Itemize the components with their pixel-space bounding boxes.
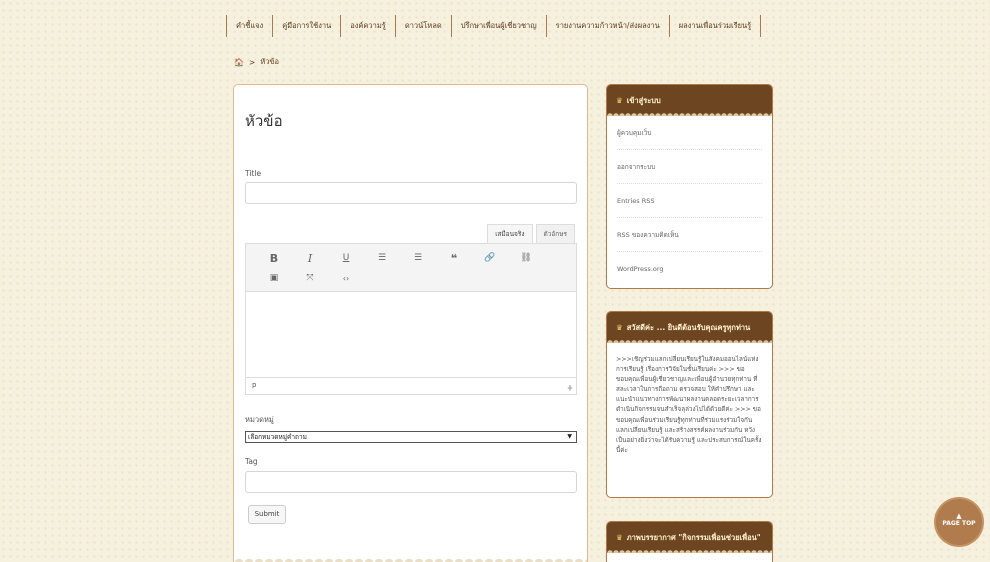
page-title: หัวข้อ [245, 112, 283, 130]
link-wordpress[interactable]: WordPress.org [617, 252, 762, 286]
page-top-label: PAGE TOP [942, 520, 976, 527]
numbered-list-icon[interactable]: ☰ [400, 248, 436, 268]
home-icon[interactable]: 🏠 [234, 58, 244, 67]
quote-icon[interactable]: ❝ [436, 248, 472, 268]
nav-item-progress-report[interactable]: รายงานความก้าวหน้า/ส่งผลงาน [547, 15, 670, 37]
editor-path: p [252, 381, 257, 389]
resize-grip-icon[interactable]: ⋕ [567, 381, 573, 396]
tag-input[interactable] [245, 471, 577, 493]
code-icon[interactable]: ‹› [328, 268, 364, 288]
editor-path-bar: p ⋕ [245, 378, 577, 395]
editor-tabs: เสมือนจริง ตัวอักษร [487, 224, 575, 243]
crown-icon: ♛ [616, 96, 623, 105]
nav-item-download[interactable]: ดาวน์โหลด [396, 15, 452, 37]
bullet-list-icon[interactable]: ☰ [364, 248, 400, 268]
top-navigation: คำชี้แจง คู่มือการใช้งาน องค์ความรู้ ดาว… [226, 14, 762, 38]
crown-icon: ♛ [616, 533, 623, 542]
page-top-button[interactable]: ▲ PAGE TOP [936, 499, 982, 545]
link-entries-rss[interactable]: Entries RSS [617, 184, 762, 218]
panel-scallop-border [234, 553, 587, 562]
tab-visual[interactable]: เสมือนจริง [487, 224, 533, 243]
unlink-icon[interactable]: ⛓ [508, 248, 544, 268]
underline-button[interactable]: U [328, 248, 364, 268]
category-select[interactable]: เลือกหมวดหมู่คำถาม ▼ [245, 431, 577, 443]
widget-header-login: ♛ เข้าสู่ระบบ [607, 85, 772, 116]
title-label: Title [245, 169, 262, 178]
breadcrumb-separator: > [248, 57, 256, 67]
fullscreen-icon[interactable]: ⤧ [292, 268, 328, 288]
arrow-up-icon: ▲ [956, 512, 962, 520]
link-comments-rss[interactable]: RSS ของความคิดเห็น [617, 218, 762, 252]
widget-title: เข้าสู่ระบบ [626, 96, 661, 105]
link-logout[interactable]: ออกจากระบบ [617, 150, 762, 184]
nav-item-manual[interactable]: คู่มือการใช้งาน [273, 15, 342, 37]
link-icon[interactable]: 🔗 [472, 248, 508, 268]
widget-header-welcome: ♛ สวัสดีค่ะ ... ยินดีต้อนรับคุณครูทุกท่าน [607, 312, 772, 343]
nav-item-peer-works[interactable]: ผลงานเพื่อนร่วมเรียนรู้ [670, 15, 762, 37]
crown-icon: ♛ [616, 323, 623, 332]
login-links: ผู้ควบคุมเว็บ ออกจากระบบ Entries RSS RSS… [607, 116, 772, 286]
nav-item-explanation[interactable]: คำชี้แจง [226, 15, 274, 37]
welcome-widget: ♛ สวัสดีค่ะ ... ยินดีต้อนรับคุณครูทุกท่าน… [606, 311, 773, 498]
login-widget: ♛ เข้าสู่ระบบ ผู้ควบคุมเว็บ ออกจากระบบ En… [606, 84, 773, 289]
widget-title: สวัสดีค่ะ ... ยินดีต้อนรับคุณครูทุกท่าน [626, 323, 751, 332]
question-form-panel: หัวข้อ Title เสมือนจริง ตัวอักษร B I U ☰… [233, 84, 588, 562]
editor-toolbar: B I U ☰ ☰ ❝ 🔗 ⛓ ▣ ⤧ ‹› [245, 243, 577, 292]
gallery-widget: ♛ ภาพบรรยากาศ "กิจกรรมเพื่อนช่วยเพื่อน" [606, 521, 773, 562]
italic-button[interactable]: I [292, 248, 328, 268]
link-site-admin[interactable]: ผู้ควบคุมเว็บ [617, 116, 762, 150]
nav-item-knowledge[interactable]: องค์ความรู้ [341, 15, 396, 37]
widget-title: ภาพบรรยากาศ "กิจกรรมเพื่อนช่วยเพื่อน" [626, 533, 761, 542]
title-input[interactable] [245, 182, 577, 204]
editor-area[interactable] [245, 292, 577, 378]
welcome-text: >>>เชิญร่วมแลกเปลี่ยนเรียนรู้ในสังคมออนไ… [616, 356, 762, 454]
submit-button[interactable]: Submit [248, 505, 286, 524]
category-label: หมวดหมู่ [245, 415, 274, 424]
image-icon[interactable]: ▣ [256, 268, 292, 288]
nav-item-consult-expert[interactable]: ปรึกษาเพื่อนผู้เชี่ยวชาญ [452, 15, 547, 37]
tab-text[interactable]: ตัวอักษร [535, 224, 575, 243]
tag-label: Tag [245, 457, 258, 466]
widget-header-gallery: ♛ ภาพบรรยากาศ "กิจกรรมเพื่อนช่วยเพื่อน" [607, 522, 772, 553]
breadcrumb-current: หัวข้อ [260, 57, 280, 66]
dropdown-arrow-icon: ▼ [567, 433, 572, 440]
category-selected-value: เลือกหมวดหมู่คำถาม [248, 433, 307, 441]
bold-button[interactable]: B [256, 248, 292, 268]
breadcrumb: 🏠 > หัวข้อ [234, 56, 279, 68]
